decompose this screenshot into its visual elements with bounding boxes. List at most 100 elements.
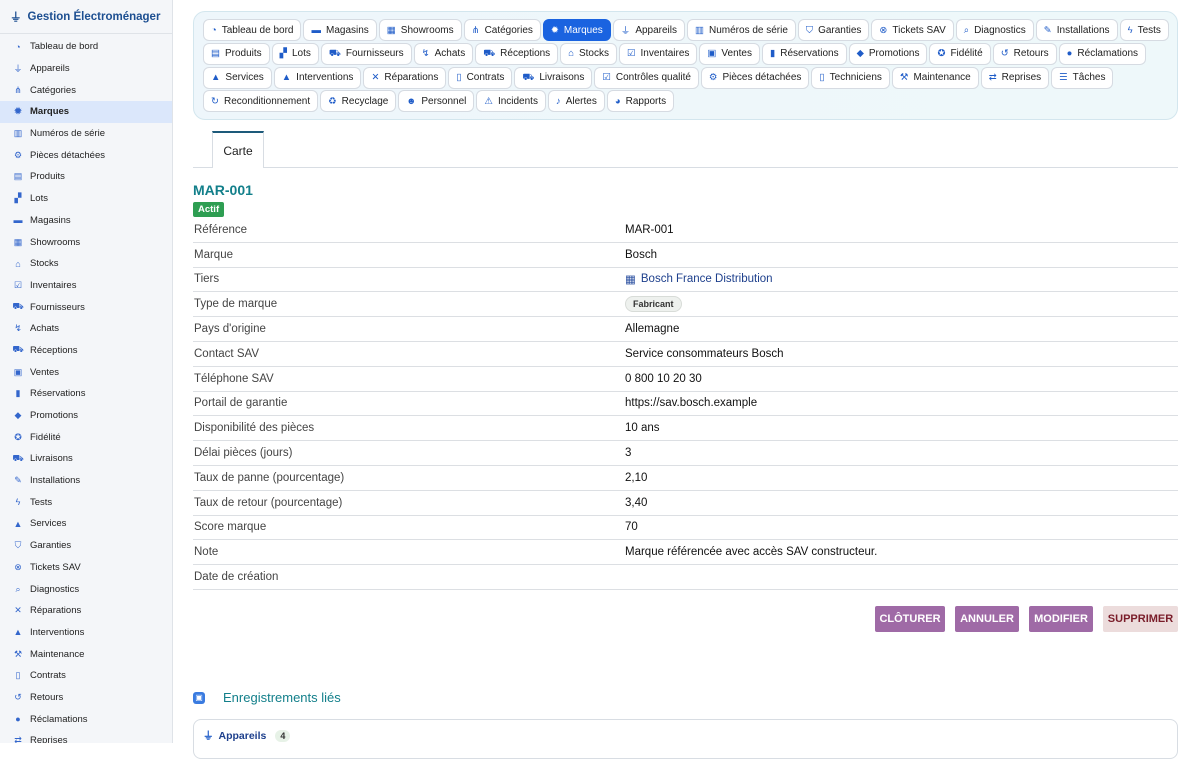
tab-personnel[interactable]: ☻ Personnel xyxy=(398,90,475,113)
tab-ventes[interactable]: ▣ Ventes xyxy=(699,42,760,65)
sidebar-item-reclamations[interactable]: ● Réclamations xyxy=(0,708,172,730)
tab-tableau-de-bord[interactable]: ◔ Tableau de bord xyxy=(203,19,302,41)
field-label: Téléphone SAV xyxy=(194,372,274,385)
tab-incidents[interactable]: ⚠ Incidents xyxy=(476,90,546,113)
sidebar-item-services[interactable]: ▲ Services xyxy=(0,513,172,535)
clipboard-check-icon: ☑ xyxy=(602,72,611,84)
sidebar-item-fidelite[interactable]: ✪ Fidélité xyxy=(0,426,172,448)
sidebar-item-inventaires[interactable]: ☑ Inventaires xyxy=(0,275,172,297)
tab-marques[interactable]: ✹ Marques xyxy=(542,19,611,41)
tab-tickets-sav[interactable]: ⊗ Tickets SAV xyxy=(871,19,954,41)
sidebar-item-fournisseurs[interactable]: ⛟ Fournisseurs xyxy=(0,296,172,318)
sidebar-item-achats[interactable]: ↯ Achats xyxy=(0,318,172,340)
tab-promotions[interactable]: ◆ Promotions xyxy=(848,42,928,65)
tab-controles-qualite[interactable]: ☑ Contrôles qualité xyxy=(594,66,699,89)
sidebar-item-tests[interactable]: ϟ Tests xyxy=(0,491,172,513)
tab-carte[interactable]: Carte xyxy=(212,131,264,168)
sidebar-item-pieces-detachees[interactable]: ⚙ Pièces détachées xyxy=(0,144,172,166)
sidebar-item-tickets-sav[interactable]: ⊗ Tickets SAV xyxy=(0,557,172,579)
sidebar-item-ventes[interactable]: ▣ Ventes xyxy=(0,361,172,383)
tab-reprises[interactable]: ⇄ Reprises xyxy=(980,66,1050,89)
detail-row-date-de-creation: Date de création xyxy=(193,565,1178,590)
tab-diagnostics[interactable]: ⌕ Diagnostics xyxy=(955,19,1034,41)
sidebar-item-reparations[interactable]: ✕ Réparations xyxy=(0,600,172,622)
tab-recyclage[interactable]: ♻ Recyclage xyxy=(320,90,397,113)
tab-magasins[interactable]: ▬ Magasins xyxy=(303,19,377,41)
sidebar-item-appareils[interactable]: ⏚ Appareils xyxy=(0,58,172,80)
tab-label: Fournisseurs xyxy=(345,48,404,60)
sidebar-item-label: Promotions xyxy=(30,410,79,422)
sidebar-item-reprises[interactable]: ⇄ Reprises xyxy=(0,730,172,743)
tab-achats[interactable]: ↯ Achats xyxy=(413,42,474,65)
sidebar-item-garanties[interactable]: ⛉ Garanties xyxy=(0,535,172,557)
tab-produits[interactable]: ▤ Produits xyxy=(203,42,270,65)
tiers-link[interactable]: Bosch France Distribution xyxy=(641,273,773,285)
tab-interventions[interactable]: ▲ Interventions xyxy=(273,66,362,89)
tab-label: Tickets SAV xyxy=(892,24,946,36)
sidebar-item-diagnostics[interactable]: ⌕ Diagnostics xyxy=(0,578,172,600)
tab-categories[interactable]: ⋔ Catégories xyxy=(463,19,541,41)
sidebar-item-showrooms[interactable]: ▦ Showrooms xyxy=(0,231,172,253)
tab-retours[interactable]: ↺ Retours xyxy=(992,42,1057,65)
sidebar-item-numeros-de-serie[interactable]: ▥ Numéros de série xyxy=(0,123,172,145)
field-value: Service consommateurs Bosch xyxy=(625,347,784,360)
field-value[interactable]: ▦ Bosch France Distribution xyxy=(625,272,773,286)
sidebar-item-maintenance[interactable]: ⚒ Maintenance xyxy=(0,643,172,665)
redo-icon: ↻ xyxy=(211,95,219,107)
delete-button[interactable]: SUPPRIMER xyxy=(1103,606,1178,632)
tab-techniciens[interactable]: ▯ Techniciens xyxy=(811,66,890,89)
tab-inventaires[interactable]: ☑ Inventaires xyxy=(618,42,698,65)
tab-stocks[interactable]: ⌂ Stocks xyxy=(560,42,617,65)
tab-showrooms[interactable]: ▦ Showrooms xyxy=(378,19,462,41)
tab-garanties[interactable]: ⛉ Garanties xyxy=(797,19,870,41)
tab-alertes[interactable]: ♪ Alertes xyxy=(547,90,605,113)
detail-row-score-marque: Score marque 70 xyxy=(193,516,1178,541)
detail-row-note: Note Marque référencée avec accès SAV con… xyxy=(193,540,1178,566)
sidebar-item-contrats[interactable]: ▯ Contrats xyxy=(0,665,172,687)
tab-fournisseurs[interactable]: ⛟ Fournisseurs xyxy=(320,42,412,65)
tab-reconditionnement[interactable]: ↻ Reconditionnement xyxy=(203,90,319,113)
tab-lots[interactable]: ▞ Lots xyxy=(271,42,319,65)
tab-receptions[interactable]: ⛟ Réceptions xyxy=(475,42,559,65)
sidebar-item-livraisons[interactable]: ⛟ Livraisons xyxy=(0,448,172,470)
tab-label: Réceptions xyxy=(500,48,551,60)
app-brand[interactable]: ⏚ Gestion Électroménager xyxy=(0,0,172,34)
tab-services[interactable]: ▲ Services xyxy=(203,66,272,89)
tab-contrats[interactable]: ▯ Contrats xyxy=(448,66,513,89)
tab-taches[interactable]: ☰ Tâches xyxy=(1051,66,1114,89)
tab-numeros-de-serie[interactable]: ▥ Numéros de série xyxy=(687,19,796,41)
tab-label: Réparations xyxy=(384,72,439,84)
tab-livraisons[interactable]: ⛟ Livraisons xyxy=(514,66,593,89)
dashboard-icon: ◔ xyxy=(15,41,21,52)
sidebar-item-interventions[interactable]: ▲ Interventions xyxy=(0,622,172,644)
sidebar-item-produits[interactable]: ▤ Produits xyxy=(0,166,172,188)
sidebar-item-reservations[interactable]: ▮ Réservations xyxy=(0,383,172,405)
tab-fidelite[interactable]: ✪ Fidélité xyxy=(929,42,991,65)
record-title: MAR-001 xyxy=(193,182,253,198)
tab-rapports[interactable]: ◕ Rapports xyxy=(606,90,675,113)
sidebar-item-installations[interactable]: ✎ Installations xyxy=(0,470,172,492)
sidebar-item-lots[interactable]: ▞ Lots xyxy=(0,188,172,210)
sidebar-item-stocks[interactable]: ⌂ Stocks xyxy=(0,253,172,275)
tab-reparations[interactable]: ✕ Réparations xyxy=(363,66,447,89)
detail-row-portail-de-garantie: Portail de garantie https://sav.bosch.exa… xyxy=(193,392,1178,417)
tab-reclamations[interactable]: ● Réclamations xyxy=(1058,42,1147,65)
tab-pieces-detachees[interactable]: ⚙ Pièces détachées xyxy=(700,66,810,89)
related-card-appareils[interactable]: ⏚ Appareils 4 xyxy=(193,719,1178,759)
tab-appareils[interactable]: ⏚ Appareils xyxy=(612,19,686,41)
tab-label: Incidents xyxy=(497,95,538,107)
sidebar-item-receptions[interactable]: ⛟ Réceptions xyxy=(0,340,172,362)
edit-button[interactable]: MODIFIER xyxy=(1029,606,1093,632)
sidebar-item-retours[interactable]: ↺ Retours xyxy=(0,687,172,709)
sidebar-item-categories[interactable]: ⋔ Catégories xyxy=(0,79,172,101)
sidebar-item-marques[interactable]: ✹ Marques xyxy=(0,101,172,123)
tab-maintenance[interactable]: ⚒ Maintenance xyxy=(891,66,979,89)
sidebar-item-promotions[interactable]: ◆ Promotions xyxy=(0,405,172,427)
close-button[interactable]: CLÔTURER xyxy=(875,606,945,632)
sidebar-item-tableau-de-bord[interactable]: ◔ Tableau de bord xyxy=(0,36,172,58)
tab-tests[interactable]: ϟ Tests xyxy=(1119,19,1169,41)
tab-reservations[interactable]: ▮ Réservations xyxy=(761,42,847,65)
sidebar-item-magasins[interactable]: ▬ Magasins xyxy=(0,210,172,232)
cancel-button[interactable]: ANNULER xyxy=(955,606,1019,632)
tab-installations[interactable]: ✎ Installations xyxy=(1035,19,1118,41)
